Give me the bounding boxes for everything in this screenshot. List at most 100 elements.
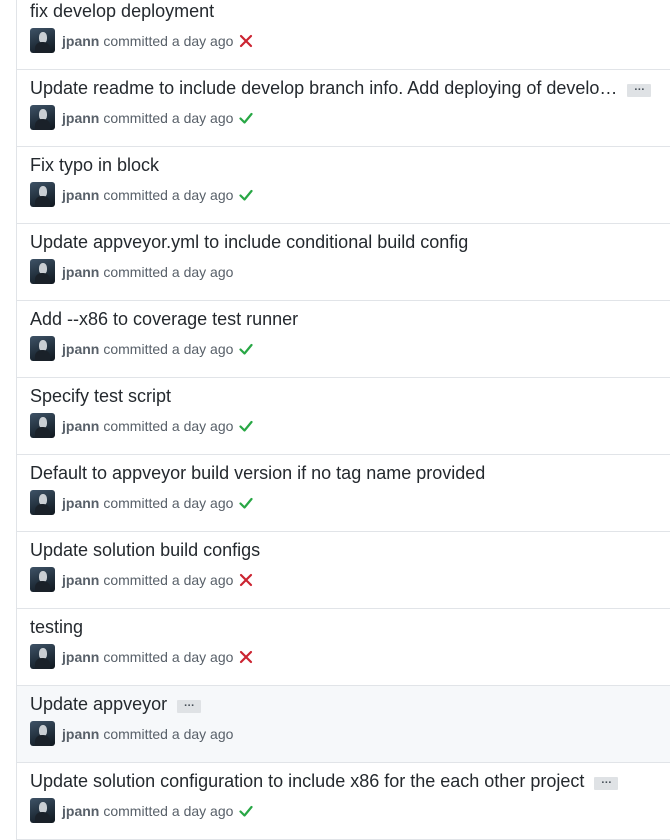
avatar[interactable] [30, 259, 55, 284]
commit-title-link[interactable]: Default to appveyor build version if no … [30, 461, 485, 485]
commit-meta: jpann committed a day ago [30, 336, 254, 361]
author-link[interactable]: jpann [62, 495, 99, 511]
commit-title: Update readme to include develop branch … [30, 76, 652, 100]
commit-time: a day ago [171, 725, 234, 742]
commit-title: Default to appveyor build version if no … [30, 461, 485, 485]
commit-meta: jpann committed a day ago [30, 798, 254, 823]
commit-title-link[interactable]: Specify test script [30, 384, 171, 408]
expand-message-button[interactable]: … [627, 81, 652, 97]
expand-message-button[interactable]: … [177, 697, 202, 713]
commit-time: a day ago [171, 263, 234, 280]
committed-label: committed [103, 340, 168, 357]
x-icon[interactable] [239, 34, 253, 48]
commit-row: Update appveyor … jpann committed a day … [17, 686, 670, 763]
commit-title-link[interactable]: Update solution configuration to include… [30, 769, 584, 793]
commit-meta: jpann committed a day ago [30, 413, 254, 438]
commit-title: Update solution build configs [30, 538, 260, 562]
commit-row: Default to appveyor build version if no … [17, 455, 670, 532]
commit-title-link[interactable]: Update solution build configs [30, 538, 260, 562]
check-icon[interactable] [239, 342, 254, 356]
commit-meta: jpann committed a day ago [30, 567, 253, 592]
commit-title: Add --x86 to coverage test runner [30, 307, 298, 331]
author-link[interactable]: jpann [62, 110, 99, 126]
avatar[interactable] [30, 336, 55, 361]
committed-label: committed [103, 725, 168, 742]
avatar[interactable] [30, 28, 55, 53]
commit-meta: jpann committed a day ago [30, 182, 254, 207]
commit-row: Specify test script jpann committed a da… [17, 378, 670, 455]
committed-label: committed [103, 648, 168, 665]
author-link[interactable]: jpann [62, 341, 99, 357]
author-link[interactable]: jpann [62, 726, 99, 742]
author-link[interactable]: jpann [62, 264, 99, 280]
commit-row: fix develop deployment jpann committed a… [17, 0, 670, 70]
committed-label: committed [103, 109, 168, 126]
commit-title: fix develop deployment [30, 0, 214, 23]
author-link[interactable]: jpann [62, 33, 99, 49]
commit-time: a day ago [171, 186, 234, 203]
commit-title-link[interactable]: Fix typo in block [30, 153, 159, 177]
commit-meta: jpann committed a day ago [30, 28, 253, 53]
commit-title: Update appveyor.yml to include condition… [30, 230, 468, 254]
commit-time: a day ago [171, 109, 234, 126]
commit-row: Update solution configuration to include… [17, 763, 670, 840]
expand-message-button[interactable]: … [594, 774, 619, 790]
commit-time: a day ago [171, 648, 234, 665]
commit-time: a day ago [171, 340, 234, 357]
committed-label: committed [103, 32, 168, 49]
avatar[interactable] [30, 798, 55, 823]
commit-title: Specify test script [30, 384, 171, 408]
commit-list: fix develop deployment jpann committed a… [16, 0, 670, 840]
commit-meta: jpann committed a day ago [30, 644, 253, 669]
committed-label: committed [103, 802, 168, 819]
commit-time: a day ago [171, 494, 234, 511]
avatar[interactable] [30, 567, 55, 592]
author-link[interactable]: jpann [62, 187, 99, 203]
committed-label: committed [103, 263, 168, 280]
author-link[interactable]: jpann [62, 649, 99, 665]
author-link[interactable]: jpann [62, 803, 99, 819]
commit-meta: jpann committed a day ago [30, 259, 233, 284]
avatar[interactable] [30, 413, 55, 438]
commit-meta: jpann committed a day ago [30, 721, 233, 746]
avatar[interactable] [30, 721, 55, 746]
commit-row: Fix typo in block jpann committed a day … [17, 147, 670, 224]
commit-title: testing [30, 615, 83, 639]
check-icon[interactable] [239, 496, 254, 510]
commit-title: Fix typo in block [30, 153, 159, 177]
commit-row: Update readme to include develop branch … [17, 70, 670, 147]
commit-title: Update solution configuration to include… [30, 769, 619, 793]
commit-row: Add --x86 to coverage test runner jpann … [17, 301, 670, 378]
x-icon[interactable] [239, 573, 253, 587]
commit-title-link[interactable]: testing [30, 615, 83, 639]
commit-time: a day ago [171, 417, 234, 434]
commit-title-link[interactable]: Update appveyor [30, 692, 167, 716]
commit-title-link[interactable]: fix develop deployment [30, 0, 214, 23]
commit-title-link[interactable]: Update readme to include develop branch … [30, 76, 617, 100]
committed-label: committed [103, 494, 168, 511]
commit-row: testing jpann committed a day ago [17, 609, 670, 686]
commit-title-link[interactable]: Update appveyor.yml to include condition… [30, 230, 468, 254]
check-icon[interactable] [239, 419, 254, 433]
check-icon[interactable] [239, 804, 254, 818]
commit-time: a day ago [171, 802, 234, 819]
author-link[interactable]: jpann [62, 572, 99, 588]
committed-label: committed [103, 571, 168, 588]
commit-row: Update appveyor.yml to include condition… [17, 224, 670, 301]
commit-title-link[interactable]: Add --x86 to coverage test runner [30, 307, 298, 331]
avatar[interactable] [30, 644, 55, 669]
x-icon[interactable] [239, 650, 253, 664]
author-link[interactable]: jpann [62, 418, 99, 434]
committed-label: committed [103, 417, 168, 434]
commit-row: Update solution build configs jpann comm… [17, 532, 670, 609]
avatar[interactable] [30, 105, 55, 130]
avatar[interactable] [30, 490, 55, 515]
commit-meta: jpann committed a day ago [30, 105, 254, 130]
avatar[interactable] [30, 182, 55, 207]
check-icon[interactable] [239, 111, 254, 125]
check-icon[interactable] [239, 188, 254, 202]
commit-title: Update appveyor … [30, 692, 202, 716]
committed-label: committed [103, 186, 168, 203]
commit-time: a day ago [171, 571, 234, 588]
commit-meta: jpann committed a day ago [30, 490, 254, 515]
